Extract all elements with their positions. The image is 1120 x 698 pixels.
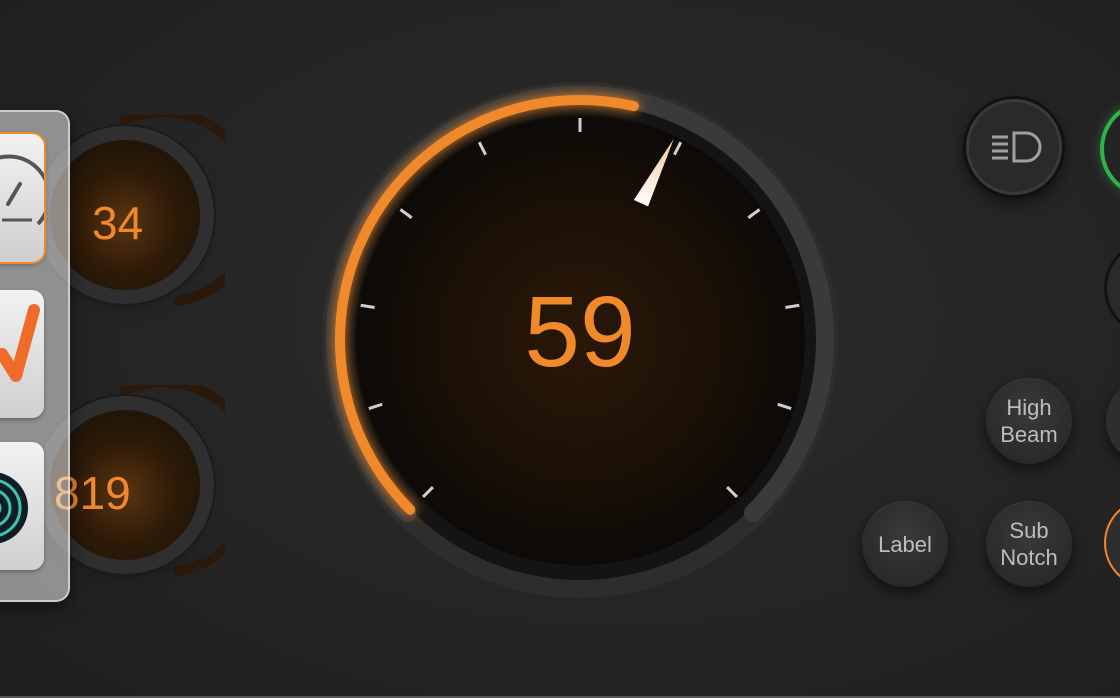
edge-button-bottom[interactable]: [1106, 500, 1120, 586]
high-beam-line2: Beam: [1000, 422, 1058, 447]
dock-item-target[interactable]: [0, 442, 44, 570]
dock-item-checkmark[interactable]: [0, 290, 44, 418]
edge-button-mid[interactable]: [1106, 378, 1120, 464]
main-gauge: 59: [320, 80, 840, 600]
main-gauge-value: 59: [524, 276, 636, 388]
high-beam-label: High Beam: [1000, 394, 1057, 448]
edge-round-button[interactable]: [1104, 240, 1120, 336]
mini-gauge-top-value: 34: [92, 197, 144, 249]
high-beam-button[interactable]: High Beam: [986, 378, 1072, 464]
sub-notch-label: Sub Notch: [1000, 517, 1057, 571]
label-button-text: Label: [878, 531, 932, 557]
green-status-button[interactable]: [1100, 100, 1120, 198]
label-button[interactable]: Label: [862, 501, 948, 587]
sub-notch-line2: Notch: [1000, 545, 1058, 570]
dock-item-speedometer[interactable]: [0, 134, 44, 262]
sub-notch-button[interactable]: Sub Notch: [986, 501, 1072, 587]
headlight-button[interactable]: [963, 96, 1065, 198]
app-dock: [0, 110, 70, 602]
headlight-icon: [992, 131, 1042, 163]
dashboard-canvas: 34 819 59 High Beam Label Sub Notch: [0, 0, 1120, 698]
target-icon: [0, 472, 28, 544]
sub-notch-line1: Sub: [1009, 518, 1049, 543]
checkmark-icon: [0, 304, 40, 382]
high-beam-line1: High: [1006, 395, 1052, 420]
speedometer-icon: [0, 154, 44, 226]
